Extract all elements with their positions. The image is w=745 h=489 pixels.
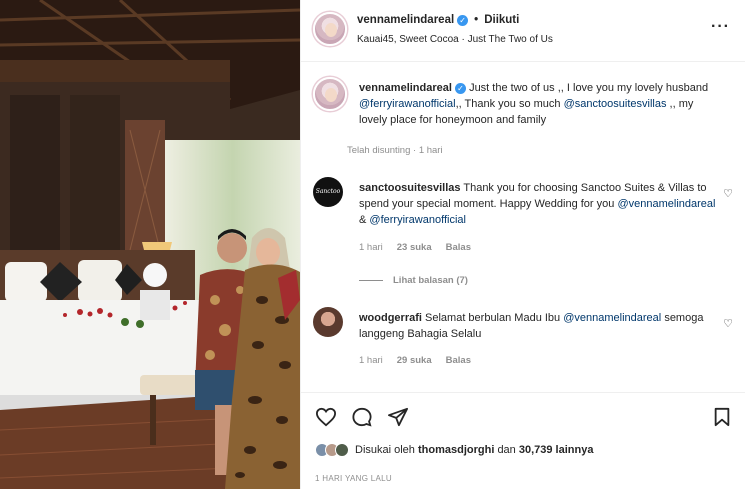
verified-icon: ✓ bbox=[455, 83, 466, 94]
comment-text: woodgerrafi Selamat berbulan Madu Ibu @v… bbox=[359, 310, 719, 342]
likes-text: Disukai oleh thomasdjorghi dan 30,739 la… bbox=[355, 444, 593, 456]
comment-time: 1 hari bbox=[359, 355, 383, 366]
comment-likes[interactable]: 29 suka bbox=[397, 355, 432, 366]
likes-summary[interactable]: Disukai oleh thomasdjorghi dan 30,739 la… bbox=[315, 443, 593, 457]
comment-text: sanctoosuitesvillas Thank you for choosi… bbox=[359, 180, 719, 228]
heart-icon[interactable] bbox=[315, 407, 337, 427]
comment-time: 1 hari bbox=[359, 242, 383, 253]
comment-icon[interactable] bbox=[351, 407, 373, 427]
reply-button[interactable]: Balas bbox=[446, 242, 471, 253]
divider-line bbox=[359, 280, 383, 281]
avatar[interactable] bbox=[313, 77, 347, 111]
post-photo[interactable] bbox=[0, 0, 300, 489]
separator-dot: • bbox=[474, 14, 479, 26]
post-timestamp: 1 HARI YANG LALU bbox=[315, 474, 392, 483]
comment-meta: 1 hari 23 suka Balas bbox=[359, 242, 471, 253]
comment-meta: 1 hari 29 suka Balas bbox=[359, 355, 471, 366]
mention-link[interactable]: @vennamelindareal bbox=[563, 312, 661, 324]
avatar[interactable]: Sanctoo Suites bbox=[313, 177, 343, 225]
reply-button[interactable]: Balas bbox=[446, 355, 471, 366]
comments-list[interactable]: vennamelindareal ✓ Just the two of us ,,… bbox=[301, 63, 745, 391]
mention-link[interactable]: @ferryirawanofficial bbox=[369, 214, 466, 226]
avatar bbox=[335, 443, 349, 457]
bookmark-icon[interactable] bbox=[713, 407, 731, 427]
comment-likes[interactable]: 23 suka bbox=[397, 242, 432, 253]
comment-text-part: & bbox=[359, 214, 367, 226]
more-horizontal-icon[interactable]: ··· bbox=[711, 19, 730, 35]
comment-username[interactable]: sanctoosuitesvillas bbox=[359, 182, 461, 194]
caption-username[interactable]: vennamelindareal bbox=[359, 82, 452, 94]
avatar[interactable] bbox=[313, 307, 343, 337]
likes-count[interactable]: 30,739 lainnya bbox=[519, 444, 594, 456]
follow-status-button[interactable]: Diikuti bbox=[484, 14, 519, 26]
caption-text: vennamelindareal ✓ Just the two of us ,,… bbox=[359, 80, 719, 128]
paper-plane-icon[interactable] bbox=[387, 407, 409, 427]
verified-icon: ✓ bbox=[457, 14, 469, 26]
mention-link[interactable]: @vennamelindareal bbox=[617, 198, 715, 210]
edited-label: Telah disunting · 1 hari bbox=[347, 145, 443, 156]
post-actions: Disukai oleh thomasdjorghi dan 30,739 la… bbox=[301, 392, 745, 489]
caption-text-part: Just the two of us ,, I love you my love… bbox=[469, 82, 709, 94]
comment-username[interactable]: woodgerrafi bbox=[359, 312, 422, 324]
caption-meta: Telah disunting · 1 hari bbox=[347, 145, 443, 156]
view-replies-label: Lihat balasan (7) bbox=[393, 275, 468, 286]
post-header: vennamelindareal ✓ • Diikuti Kauai45, Sw… bbox=[301, 0, 745, 62]
likes-prefix: Disukai oleh bbox=[355, 444, 415, 456]
comment-text-part: Selamat berbulan Madu Ibu bbox=[425, 312, 561, 324]
post-location[interactable]: Kauai45, Sweet Cocoa · Just The Two of U… bbox=[357, 34, 553, 45]
mention-link[interactable]: @ferryirawanofficial bbox=[359, 98, 456, 110]
header-user-line: vennamelindareal ✓ • Diikuti bbox=[357, 14, 519, 26]
comment-heart-icon[interactable]: ♡ bbox=[723, 317, 733, 330]
caption-text-part: ,, Thank you so much bbox=[455, 98, 561, 110]
post-detail-panel: vennamelindareal ✓ • Diikuti Kauai45, Sw… bbox=[300, 0, 745, 489]
likes-middle: dan bbox=[497, 444, 516, 456]
mention-link[interactable]: @sanctoosuitesvillas bbox=[564, 98, 667, 110]
avatar[interactable] bbox=[313, 12, 347, 46]
post-username[interactable]: vennamelindareal bbox=[357, 14, 454, 26]
view-replies-button[interactable]: Lihat balasan (7) bbox=[359, 275, 468, 286]
comment-heart-icon[interactable]: ♡ bbox=[723, 187, 733, 200]
liked-by-user[interactable]: thomasdjorghi bbox=[418, 444, 494, 456]
